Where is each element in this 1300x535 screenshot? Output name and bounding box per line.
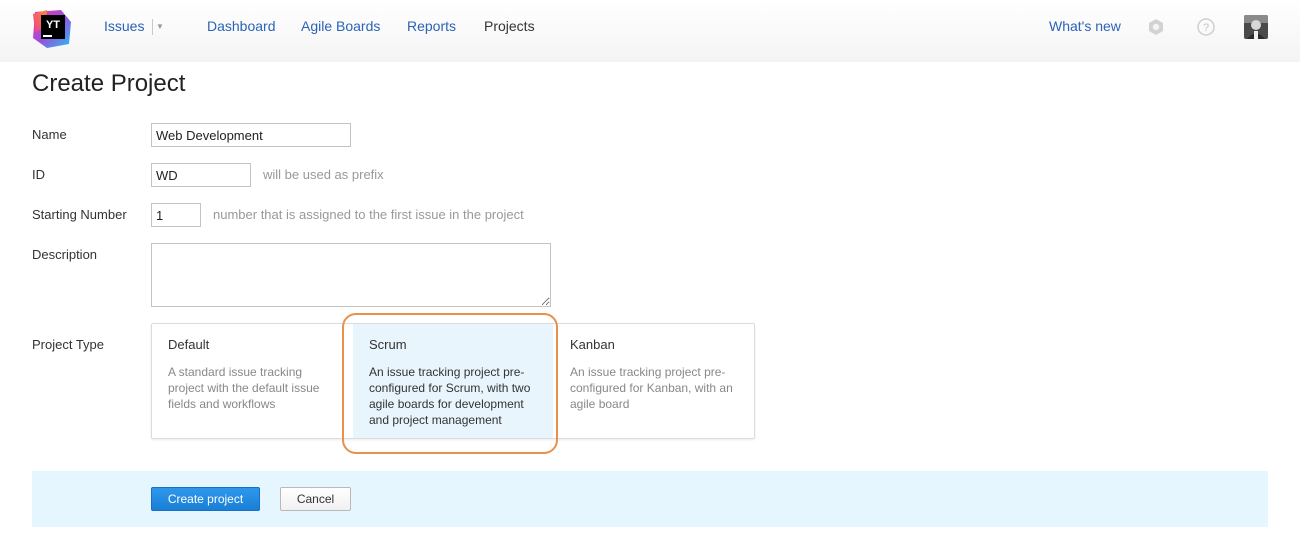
project-type-description: An issue tracking project pre-configured… xyxy=(570,365,733,411)
project-type-default[interactable]: Default A standard issue tracking projec… xyxy=(152,324,352,438)
nav-projects[interactable]: Projects xyxy=(484,18,535,34)
gear-icon[interactable] xyxy=(1146,17,1166,37)
help-icon[interactable]: ? xyxy=(1196,17,1216,37)
id-hint: will be used as prefix xyxy=(263,167,384,182)
page-title: Create Project xyxy=(32,70,186,97)
nav-issues[interactable]: Issues xyxy=(104,18,144,34)
project-id-input[interactable] xyxy=(151,163,251,187)
project-type-description: A standard issue tracking project with t… xyxy=(168,365,320,411)
top-navigation-bar: YT Issues ▼ Dashboard Agile Boards Repor… xyxy=(0,0,1300,62)
project-type-kanban[interactable]: Kanban An issue tracking project pre-con… xyxy=(554,324,754,438)
project-type-selector: Default A standard issue tracking projec… xyxy=(151,323,755,439)
starting-number-hint: number that is assigned to the first iss… xyxy=(213,207,524,222)
create-project-button[interactable]: Create project xyxy=(151,487,260,511)
logo-text: YT xyxy=(46,19,60,31)
chevron-down-icon[interactable]: ▼ xyxy=(155,22,165,32)
project-type-title: Default xyxy=(168,337,210,352)
nav-reports[interactable]: Reports xyxy=(407,18,456,34)
youtrack-logo-icon[interactable]: YT xyxy=(31,8,73,50)
description-textarea[interactable] xyxy=(151,243,551,307)
project-type-label: Project Type xyxy=(32,337,105,352)
starting-number-input[interactable] xyxy=(151,203,201,227)
name-label: Name xyxy=(32,127,67,142)
starting-number-label: Starting Number xyxy=(32,207,127,222)
cancel-button[interactable]: Cancel xyxy=(280,487,351,511)
user-avatar[interactable] xyxy=(1244,15,1268,39)
project-type-description: An issue tracking project pre-configured… xyxy=(369,365,531,427)
whats-new-link[interactable]: What's new xyxy=(1049,18,1121,34)
nav-agile-boards[interactable]: Agile Boards xyxy=(301,18,380,34)
project-name-input[interactable] xyxy=(151,123,351,147)
nav-issues-separator xyxy=(152,19,153,35)
project-type-scrum[interactable]: Scrum An issue tracking project pre-conf… xyxy=(353,324,553,438)
description-label: Description xyxy=(32,247,98,262)
svg-text:?: ? xyxy=(1203,22,1209,34)
nav-dashboard[interactable]: Dashboard xyxy=(207,18,276,34)
id-label: ID xyxy=(32,167,45,182)
project-type-title: Kanban xyxy=(570,337,615,352)
project-type-title: Scrum xyxy=(369,337,407,352)
